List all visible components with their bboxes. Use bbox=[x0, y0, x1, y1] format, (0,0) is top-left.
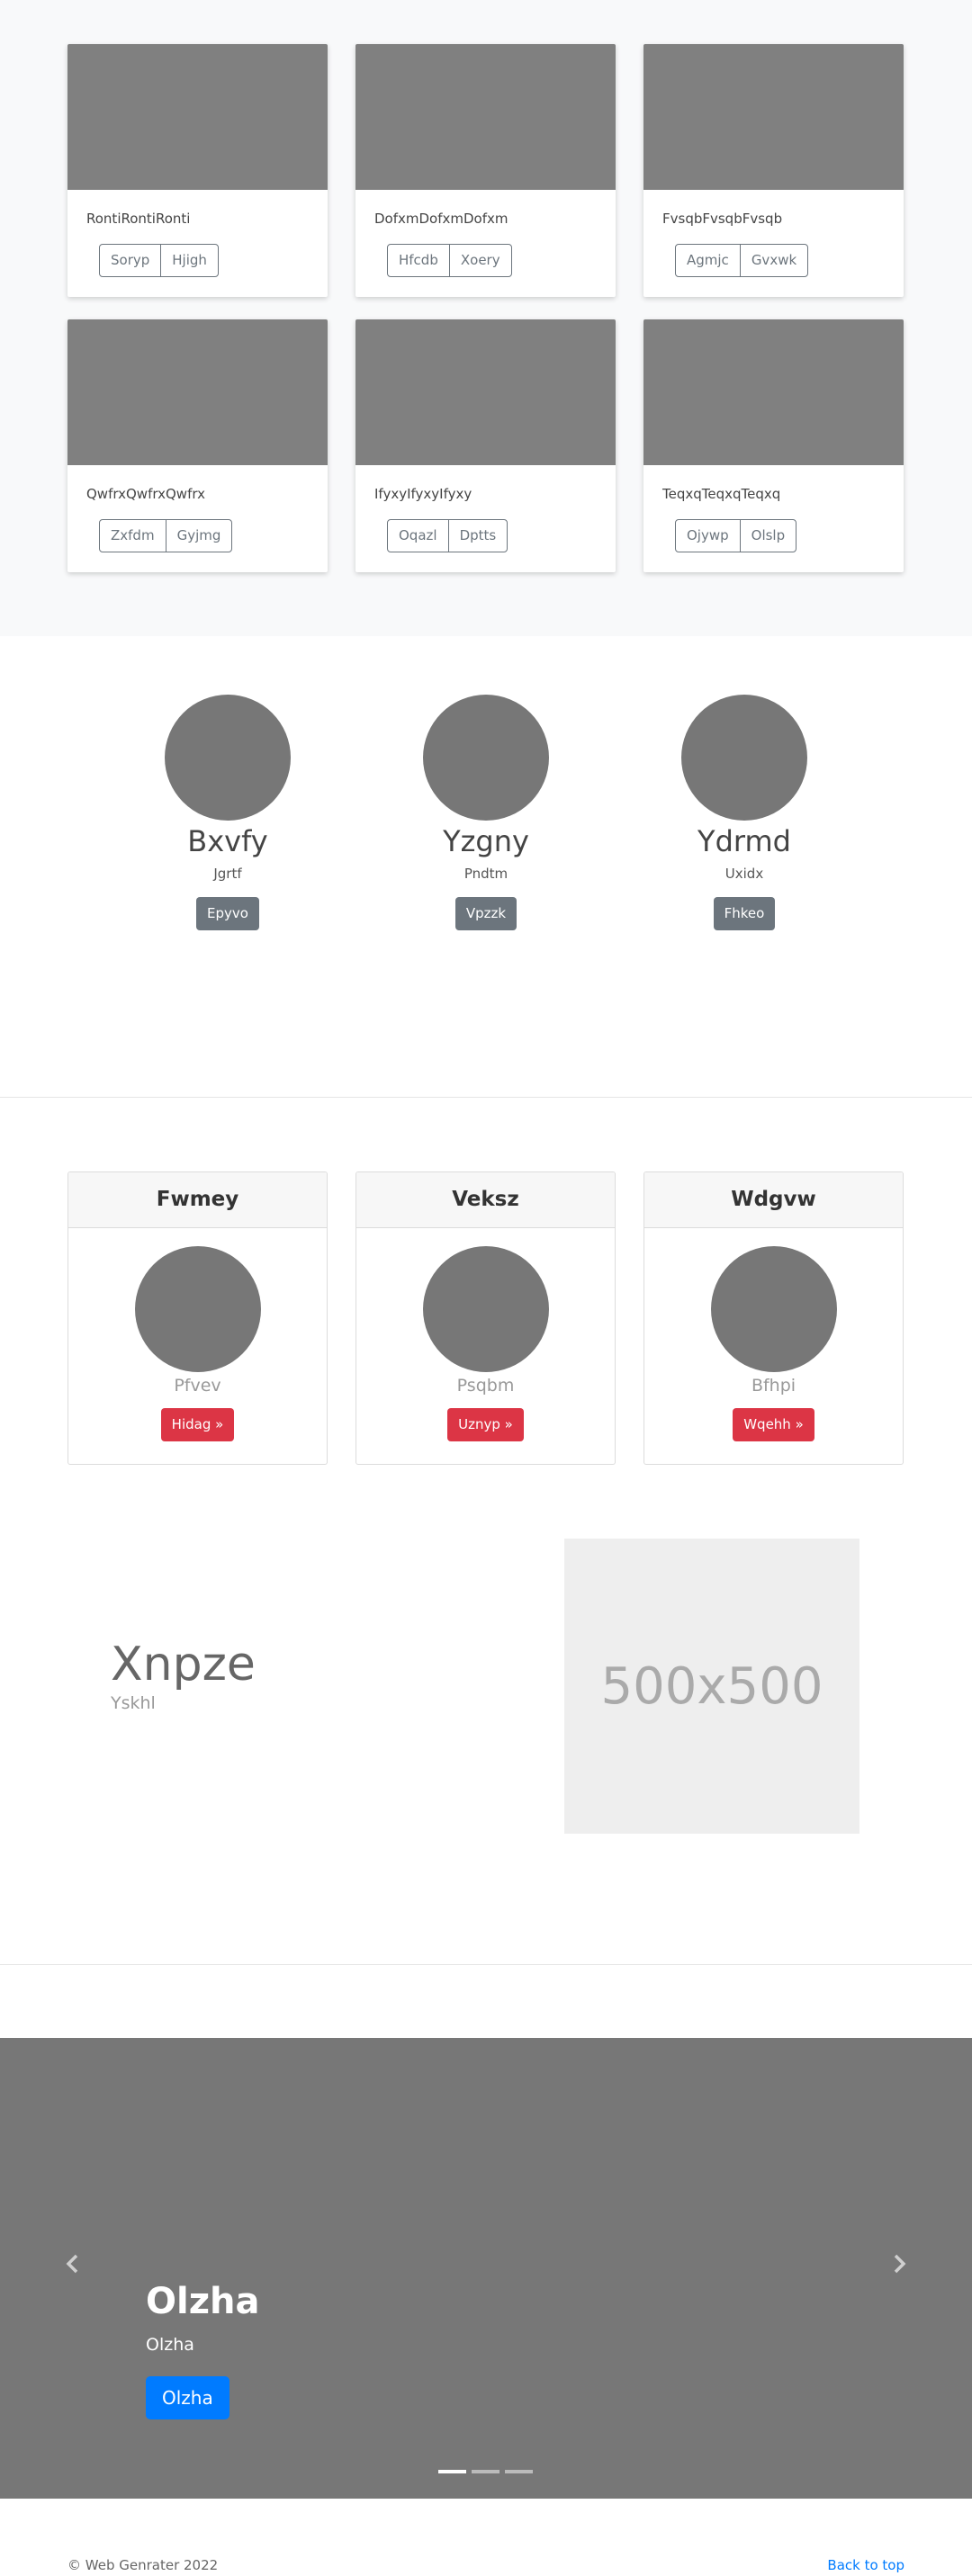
member-button[interactable]: Fhkeo bbox=[713, 897, 776, 930]
card-button[interactable]: Dptts bbox=[447, 519, 508, 552]
member-name: Yzgny bbox=[443, 824, 529, 858]
team-member: Ydrmd Uxidx Fhkeo bbox=[654, 695, 834, 930]
card-header: Wdgvw bbox=[644, 1172, 903, 1228]
card-button-group: Oqazl Dptts bbox=[387, 519, 508, 552]
card-button[interactable]: Hfcdb bbox=[387, 244, 450, 277]
avatar bbox=[423, 695, 549, 821]
card-thumbnail bbox=[356, 44, 616, 190]
feature-subtitle: Yskhl bbox=[111, 1693, 156, 1713]
album-card: FvsqbFvsqbFvsqb Agmjc Gvxwk bbox=[644, 44, 904, 297]
album-card: RontiRontiRonti Soryp Hjigh bbox=[68, 44, 328, 297]
album-card: TeqxqTeqxqTeqxq Ojywp Olslp bbox=[644, 319, 904, 572]
avatar bbox=[134, 1246, 261, 1372]
card-header: Veksz bbox=[356, 1172, 615, 1228]
card-button-group: Agmjc Gvxwk bbox=[675, 244, 809, 277]
placeholder-image: 500x500 bbox=[564, 1539, 860, 1834]
section-divider bbox=[0, 1097, 972, 1098]
card-thumbnail bbox=[68, 44, 328, 190]
card-button[interactable]: Soryp bbox=[99, 244, 162, 277]
card-text: RontiRontiRonti bbox=[86, 211, 191, 227]
card-button-group: Ojywp Olslp bbox=[675, 519, 797, 552]
card-thumbnail bbox=[644, 319, 904, 465]
card-header: Fwmey bbox=[68, 1172, 327, 1228]
card-text: IfyxyIfyxyIfyxy bbox=[374, 486, 472, 502]
member-button[interactable]: Vpzzk bbox=[454, 897, 518, 930]
card-button[interactable]: Hjigh bbox=[160, 244, 219, 277]
card-thumbnail bbox=[68, 319, 328, 465]
avatar bbox=[422, 1246, 549, 1372]
section-divider bbox=[0, 1964, 972, 1965]
member-subtitle: Jgrtf bbox=[213, 866, 242, 882]
card-subtitle: Pfvev bbox=[174, 1376, 221, 1396]
card-button[interactable]: Zxfdm bbox=[99, 519, 166, 552]
back-to-top-link[interactable]: Back to top bbox=[827, 2557, 904, 2573]
member-subtitle: Pndtm bbox=[464, 866, 508, 882]
card-button[interactable]: Ojywp bbox=[675, 519, 741, 552]
profile-card: Veksz Psqbm Uznyp » bbox=[356, 1171, 616, 1465]
carousel-next-control[interactable] bbox=[886, 2250, 913, 2277]
card-action-button[interactable]: Wqehh » bbox=[733, 1408, 814, 1441]
profile-card: Wdgvw Bfhpi Wqehh » bbox=[644, 1171, 904, 1465]
team-member: Bxvfy Jgrtf Epyvo bbox=[138, 695, 318, 930]
card-text: DofxmDofxmDofxm bbox=[374, 211, 508, 227]
carousel-caption-button[interactable]: Olzha bbox=[146, 2376, 230, 2419]
album-card: IfyxyIfyxyIfyxy Oqazl Dptts bbox=[356, 319, 616, 572]
avatar bbox=[681, 695, 807, 821]
card-button[interactable]: Gvxwk bbox=[739, 244, 809, 277]
avatar bbox=[710, 1246, 837, 1372]
profile-card: Fwmey Pfvev Hidag » bbox=[68, 1171, 328, 1465]
card-thumbnail bbox=[356, 319, 616, 465]
chevron-right-icon bbox=[894, 2254, 906, 2274]
carousel-caption-title: Olzha bbox=[146, 2281, 260, 2322]
member-name: Ydrmd bbox=[698, 824, 791, 858]
card-button[interactable]: Agmjc bbox=[675, 244, 741, 277]
card-subtitle: Psqbm bbox=[456, 1376, 515, 1396]
card-text: TeqxqTeqxqTeqxq bbox=[662, 486, 781, 502]
card-button-group: Soryp Hjigh bbox=[99, 244, 219, 277]
card-button[interactable]: Xoery bbox=[448, 244, 512, 277]
chevron-left-icon bbox=[66, 2254, 78, 2274]
member-button[interactable]: Epyvo bbox=[196, 897, 259, 930]
carousel-indicators bbox=[438, 2470, 533, 2473]
member-subtitle: Uxidx bbox=[724, 866, 764, 882]
card-thumbnail bbox=[644, 44, 904, 190]
carousel-caption-subtitle: Olzha bbox=[146, 2335, 194, 2355]
card-button[interactable]: Gyjmg bbox=[165, 519, 233, 552]
card-action-button[interactable]: Uznyp » bbox=[447, 1408, 524, 1441]
carousel-indicator[interactable] bbox=[472, 2470, 500, 2473]
carousel-indicator[interactable] bbox=[438, 2470, 466, 2473]
album-card: DofxmDofxmDofxm Hfcdb Xoery bbox=[356, 44, 616, 297]
carousel: Olzha Olzha Olzha bbox=[0, 2038, 972, 2499]
footer-copyright: © Web Genrater 2022 bbox=[68, 2557, 219, 2573]
member-name: Bxvfy bbox=[187, 824, 268, 858]
album-section: RontiRontiRonti Soryp Hjigh DofxmDofxmDo… bbox=[0, 0, 972, 636]
team-member: Yzgny Pndtm Vpzzk bbox=[396, 695, 576, 930]
card-text: QwfrxQwfrxQwfrx bbox=[86, 486, 205, 502]
card-subtitle: Bfhpi bbox=[751, 1376, 796, 1396]
album-card: QwfrxQwfrxQwfrx Zxfdm Gyjmg bbox=[68, 319, 328, 572]
card-text: FvsqbFvsqbFvsqb bbox=[662, 211, 783, 227]
card-button-group: Zxfdm Gyjmg bbox=[99, 519, 233, 552]
avatar bbox=[165, 695, 291, 821]
card-action-button[interactable]: Hidag » bbox=[160, 1408, 235, 1441]
feature-title: Xnpze bbox=[111, 1638, 256, 1692]
card-button[interactable]: Oqazl bbox=[387, 519, 449, 552]
card-button-group: Hfcdb Xoery bbox=[387, 244, 512, 277]
carousel-prev-control[interactable] bbox=[59, 2250, 86, 2277]
carousel-indicator[interactable] bbox=[505, 2470, 533, 2473]
card-button[interactable]: Olslp bbox=[739, 519, 797, 552]
